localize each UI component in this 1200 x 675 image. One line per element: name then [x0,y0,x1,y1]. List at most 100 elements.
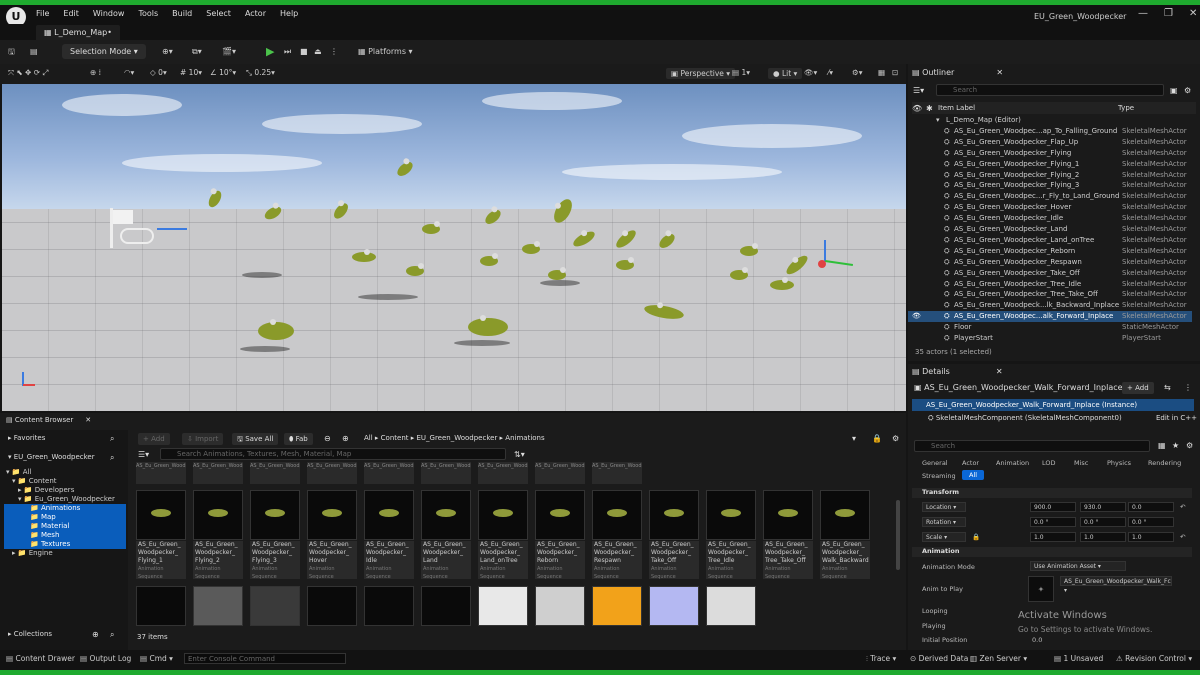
folder-animations[interactable]: 📁 Animations [4,504,126,513]
folder-textures[interactable]: 📁 Textures [4,540,126,549]
menu-select[interactable]: Select [206,9,231,18]
path-dropdown-icon[interactable]: ▾ [852,434,856,443]
folder-all[interactable]: ▾ 📁 All [6,468,126,477]
animation-asset-thumbnail[interactable] [649,490,699,540]
woodpecker-model[interactable] [406,263,424,276]
blueprint-add-icon[interactable]: ⇆ [1164,383,1171,392]
col-item-label[interactable]: Item Label [938,104,975,112]
animation-asset-thumbnail[interactable] [421,490,471,540]
woodpecker-model[interactable] [548,267,566,280]
animation-section[interactable]: Animation [912,547,1192,557]
outliner-row[interactable]: ⛭ AS_Eu_Green_Woodpecker_Reborn SkeletalMe… [908,246,1192,257]
asset-name[interactable]: AS_Eu_Green_ Woodpecker_ Tree_Take_Off Anim… [763,541,813,580]
outliner-settings-icon[interactable]: ⚙ [1184,86,1191,95]
layout-grid-icon[interactable]: ▦ [878,68,885,77]
reset-scale-icon[interactable]: ↶ [1180,533,1185,541]
asset-name[interactable]: AS_Eu_Green_ Woodpecker_ Idle Animation Seq… [364,541,414,580]
outliner-row[interactable]: ⛭ AS_Eu_Green_Woodpecker_Flying SkeletalMe… [908,148,1192,159]
close-icon[interactable]: ✕ [1189,8,1197,19]
animation-asset-thumbnail[interactable] [250,490,300,540]
rotation-dropdown[interactable]: Rotation ▾ [922,517,966,527]
rotation-snap[interactable]: ◇ 0▾ [150,68,167,77]
texture-thumbnail[interactable] [535,586,585,626]
tab-streaming[interactable]: Streaming [922,471,956,481]
cb-settings-icon[interactable]: ⚙ [892,434,899,443]
animation-asset-thumbnail[interactable] [592,490,642,540]
property-matrix-icon[interactable]: ▦ [1158,441,1166,450]
tab-rendering[interactable]: Rendering [1148,458,1181,468]
asset-name[interactable]: AS_Eu_Green_ Woodpecker_ Walk_Backward Anim… [820,541,870,580]
asset-name[interactable]: AS_Eu_Green_ Woodpecker_ Flying_3 Animation… [250,541,300,580]
history-forward-icon[interactable]: ⊕ [342,434,349,443]
asset-name[interactable]: AS_Eu_Green_ Woodpecker_ Tree_Idle Animatio… [706,541,756,580]
angle-snap[interactable]: ∠ 10°▾ [210,68,236,77]
folder-eu-green-woodpecker[interactable]: ▾ 📁 Eu_Green_Woodpecker [18,495,126,504]
initial-position-value[interactable]: 0.0 [1032,636,1042,644]
asset-search-input[interactable]: Search Animations, Textures, Mesh, Mater… [160,448,506,460]
animation-asset-thumbnail[interactable] [763,490,813,540]
woodpecker-model[interactable] [740,243,758,256]
folder-mesh[interactable]: 📁 Mesh [4,531,126,540]
content-browser-tab[interactable]: ▤ Content Browser ✕ [6,416,91,424]
tab-misc[interactable]: Misc [1074,458,1088,468]
selection-mode-dropdown[interactable]: Selection Mode ▾ [62,44,146,59]
cb-filter-icon[interactable]: ☰▾ [138,450,149,459]
transform-section[interactable]: Transform [912,488,1192,498]
asset-tile-label[interactable]: AS_Eu_Green_Woodpecker_Flap_To_Falling [421,462,471,484]
location-x-field[interactable]: 900.0 [1030,502,1076,512]
details-search-input[interactable]: Search [914,440,1150,452]
woodpecker-model[interactable] [730,267,748,280]
gizmo-x-axis[interactable] [818,260,826,268]
asset-name[interactable]: AS_Eu_Green_ Woodpecker_ Respawn Animation … [592,541,642,580]
breadcrumb-all[interactable]: All [364,434,373,442]
animation-asset-thumbnail[interactable] [478,490,528,540]
edit-in-cpp-link[interactable]: Edit in C++ [1156,414,1197,422]
breadcrumb-animations[interactable]: Animations [505,434,544,442]
outliner-close-icon[interactable]: ✕ [996,68,1003,77]
woodpecker-model[interactable] [480,253,498,266]
woodpecker-model[interactable] [522,241,540,254]
derived-data-button[interactable]: ⊙ Derived Data [910,654,968,663]
breadcrumb-content[interactable]: Content [381,434,409,442]
anim-asset-picker[interactable]: AS_Eu_Green_Woodpecker_Walk_Fc ▾ [1060,576,1172,594]
outliner-row[interactable]: ⛭ AS_Eu_Green_Woodpecker_Flying_2 Skeletal… [908,170,1192,181]
lock-icon[interactable]: 🔒 [872,434,882,443]
outliner-row[interactable]: ⛭ AS_Eu_Green_Woodpecker_Flying_1 Skeletal… [908,159,1192,170]
mesh-thumbnail[interactable] [364,586,414,626]
menu-actor[interactable]: Actor [245,9,266,18]
woodpecker-model[interactable] [258,319,294,340]
grid-snap[interactable]: # 10▾ [180,68,202,77]
mesh-thumbnail[interactable] [307,586,357,626]
folder-material[interactable]: 📁 Material [4,522,126,531]
animation-asset-thumbnail[interactable] [364,490,414,540]
transform-tools[interactable]: ⤧ ⬉ ✥ ⟳ ⤢ [8,68,48,78]
menu-help[interactable]: Help [280,9,298,18]
texture-thumbnail[interactable] [592,586,642,626]
unsaved-button[interactable]: ▤ 1 Unsaved [1054,654,1103,663]
menu-build[interactable]: Build [172,9,192,18]
gizmo-z-axis[interactable] [824,240,826,262]
asset-name[interactable]: AS_Eu_Green_ Woodpecker_ Flying_1 Animation… [136,541,186,580]
scale-x-field[interactable]: 1.0 [1030,532,1076,542]
folder-map[interactable]: 📁 Map [4,513,126,522]
asset-name[interactable]: AS_Eu_Green_ Woodpecker_ Reborn Animation S… [535,541,585,580]
animation-asset-thumbnail[interactable] [535,490,585,540]
skeleton-thumbnail[interactable] [421,586,471,626]
scale-snap[interactable]: ⤡ 0.25▾ [246,68,275,78]
asset-grid-scrollbar[interactable] [896,500,900,570]
editor-options-icon[interactable]: ⁄▾ [828,68,833,77]
add-content-icon[interactable]: ⊕▾ [162,44,173,59]
anim-thumbnail[interactable]: ✦ [1028,576,1054,602]
outliner-row[interactable]: ⛭ AS_Eu_Green_Woodpecker_Flying_3 Skeletal… [908,180,1192,191]
outliner-row[interactable]: ⛭ AS_Eu_Green_Woodpecker_Tree_Idle Skeleta… [908,279,1192,290]
details-close-icon[interactable]: ✕ [996,367,1003,376]
project-search-icon[interactable]: ⌕ [110,453,114,463]
outliner-row[interactable]: ⛭ AS_Eu_Green_Woodpec...ap_To_Falling_Gro… [908,126,1192,137]
content-drawer-button[interactable]: ▤ Content Drawer [6,654,75,663]
menu-tools[interactable]: Tools [138,9,158,18]
sort-icon[interactable]: ⇅▾ [514,450,525,459]
outliner-search-input[interactable]: Search [936,84,1164,96]
map-thumbnail[interactable] [193,586,243,626]
tab-all[interactable]: All [962,470,985,480]
scale-dropdown[interactable]: Scale ▾ [922,532,966,542]
